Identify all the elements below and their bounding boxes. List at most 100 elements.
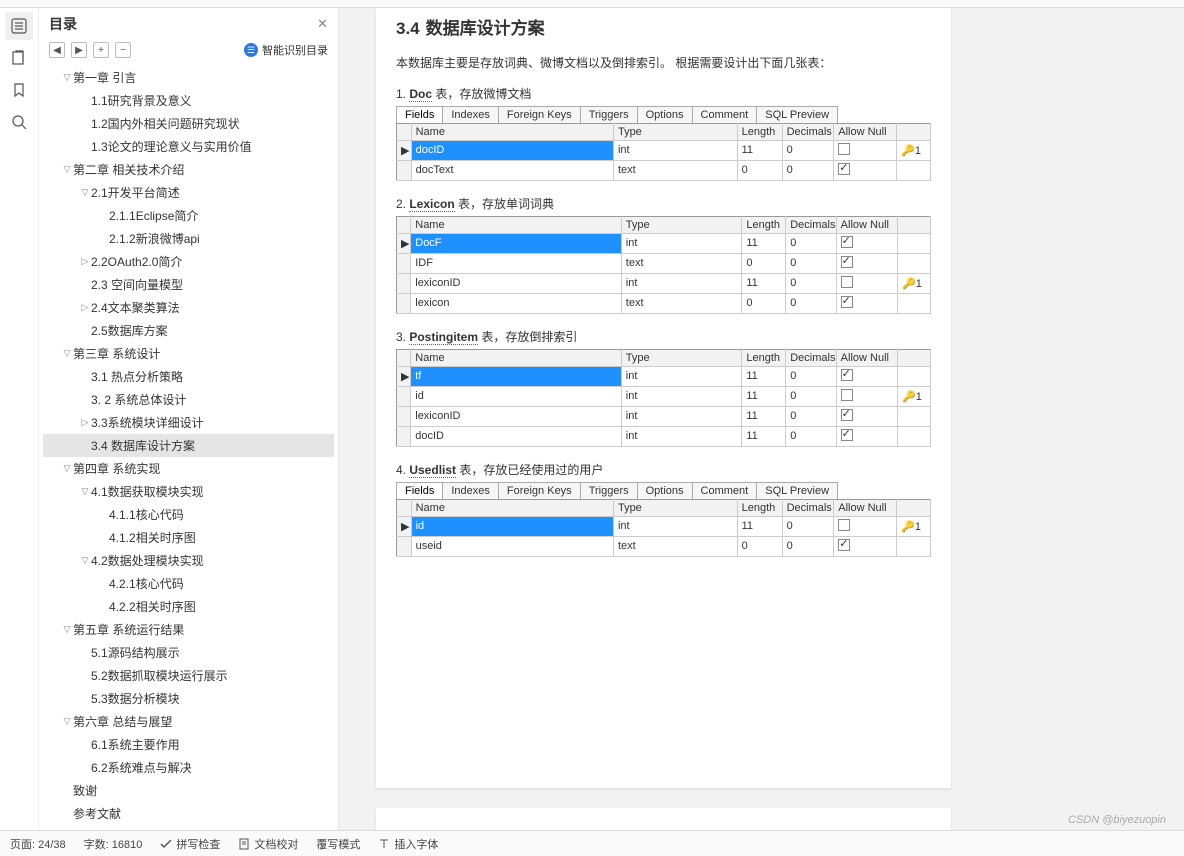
- toc-item[interactable]: ▽第二章 相关技术介绍: [43, 158, 334, 181]
- toc-item[interactable]: ▽4.1.1核心代码: [43, 503, 334, 526]
- bookmark-icon[interactable]: [5, 76, 33, 104]
- toc-item[interactable]: ▷2.2OAuth2.0简介: [43, 250, 334, 273]
- cell-length[interactable]: 0: [737, 536, 782, 556]
- cell-allow-null[interactable]: [836, 233, 897, 253]
- col-header[interactable]: Allow Null: [834, 123, 897, 140]
- col-header[interactable]: [897, 499, 931, 516]
- db-tab[interactable]: Indexes: [442, 482, 499, 499]
- toc-item[interactable]: ▽4.2.2相关时序图: [43, 595, 334, 618]
- toc-item[interactable]: ▽2.1.1Eclipse简介: [43, 204, 334, 227]
- toc-item[interactable]: ▽6.2系统难点与解决: [43, 756, 334, 779]
- toc-item[interactable]: ▽5.1源码结构展示: [43, 641, 334, 664]
- toc-tool-3[interactable]: −: [115, 42, 131, 58]
- table-row[interactable]: ▶tfint110: [397, 366, 931, 386]
- cell-name[interactable]: useid: [411, 536, 613, 556]
- cell-decimals[interactable]: 0: [786, 426, 836, 446]
- cell-type[interactable]: int: [621, 233, 742, 253]
- col-header[interactable]: Name: [411, 349, 622, 366]
- cell-name[interactable]: DocF: [411, 233, 622, 253]
- db-tab[interactable]: SQL Preview: [756, 106, 838, 123]
- cell-length[interactable]: 0: [742, 293, 786, 313]
- cell-decimals[interactable]: 0: [786, 273, 836, 293]
- cell-decimals[interactable]: 0: [786, 386, 836, 406]
- toc-item[interactable]: ▽参考文献: [43, 802, 334, 825]
- toc-tool-2[interactable]: +: [93, 42, 109, 58]
- col-header[interactable]: Type: [613, 123, 737, 140]
- db-tab[interactable]: Fields: [396, 106, 443, 123]
- table-row[interactable]: useidtext00: [397, 536, 931, 556]
- cell-length[interactable]: 0: [742, 253, 786, 273]
- cell-allow-null[interactable]: [836, 426, 897, 446]
- toc-item[interactable]: ▽第三章 系统设计: [43, 342, 334, 365]
- cell-decimals[interactable]: 0: [786, 253, 836, 273]
- outline-icon[interactable]: [5, 12, 33, 40]
- db-tab[interactable]: Comment: [692, 106, 758, 123]
- cell-name[interactable]: docText: [411, 160, 613, 180]
- col-header[interactable]: Type: [621, 216, 742, 233]
- cell-length[interactable]: 11: [742, 233, 786, 253]
- cell-name[interactable]: lexiconID: [411, 406, 622, 426]
- table-row[interactable]: ▶DocFint110: [397, 233, 931, 253]
- smart-recognize-button[interactable]: ☰ 智能识别目录: [244, 42, 328, 58]
- cell-length[interactable]: 11: [742, 426, 786, 446]
- cell-allow-null[interactable]: [834, 536, 897, 556]
- cell-length[interactable]: 11: [742, 386, 786, 406]
- cell-name[interactable]: id: [411, 516, 613, 536]
- cell-name[interactable]: lexicon: [411, 293, 622, 313]
- db-tab[interactable]: Foreign Keys: [498, 482, 581, 499]
- col-header[interactable]: [897, 123, 931, 140]
- cell-decimals[interactable]: 0: [786, 233, 836, 253]
- col-header[interactable]: Length: [742, 349, 786, 366]
- cell-allow-null[interactable]: [834, 160, 897, 180]
- table-row[interactable]: ▶idint110🔑1: [397, 516, 931, 536]
- cell-name[interactable]: tf: [411, 366, 622, 386]
- cell-decimals[interactable]: 0: [782, 536, 834, 556]
- toc-item[interactable]: ▽4.1数据获取模块实现: [43, 480, 334, 503]
- cell-length[interactable]: 11: [742, 366, 786, 386]
- toc-item[interactable]: ▽第四章 系统实现: [43, 457, 334, 480]
- cell-allow-null[interactable]: [836, 253, 897, 273]
- cell-allow-null[interactable]: [834, 140, 897, 160]
- db-tab[interactable]: SQL Preview: [756, 482, 838, 499]
- cell-allow-null[interactable]: [834, 516, 897, 536]
- folder-icon[interactable]: [5, 44, 33, 72]
- db-tab[interactable]: Triggers: [580, 482, 638, 499]
- toc-item[interactable]: ▷2.4文本聚类算法: [43, 296, 334, 319]
- toc-item[interactable]: ▽第五章 系统运行结果: [43, 618, 334, 641]
- col-header[interactable]: Allow Null: [836, 216, 897, 233]
- cell-length[interactable]: 11: [737, 140, 782, 160]
- col-header[interactable]: Length: [737, 123, 782, 140]
- table-row[interactable]: lexiconIDint110🔑1: [397, 273, 931, 293]
- status-doc-check[interactable]: 文档校对: [238, 836, 298, 852]
- cell-allow-null[interactable]: [836, 406, 897, 426]
- cell-decimals[interactable]: 0: [782, 140, 834, 160]
- cell-length[interactable]: 11: [737, 516, 782, 536]
- table-row[interactable]: idint110🔑1: [397, 386, 931, 406]
- col-header[interactable]: Decimals: [782, 499, 834, 516]
- cell-decimals[interactable]: 0: [786, 406, 836, 426]
- cell-name[interactable]: docID: [411, 426, 622, 446]
- toc-item[interactable]: ▽2.3 空间向量模型: [43, 273, 334, 296]
- toc-item[interactable]: ▽致谢: [43, 779, 334, 802]
- col-header[interactable]: Allow Null: [834, 499, 897, 516]
- db-tab[interactable]: Comment: [692, 482, 758, 499]
- status-insert[interactable]: 插入字体: [378, 836, 438, 852]
- col-header[interactable]: Length: [737, 499, 782, 516]
- col-header[interactable]: Name: [411, 123, 613, 140]
- toc-item[interactable]: ▽4.2数据处理模块实现: [43, 549, 334, 572]
- db-tab[interactable]: Options: [637, 106, 693, 123]
- col-header[interactable]: [898, 216, 931, 233]
- col-header[interactable]: Decimals: [786, 216, 836, 233]
- cell-name[interactable]: IDF: [411, 253, 622, 273]
- toc-item[interactable]: ▽1.2国内外相关问题研究现状: [43, 112, 334, 135]
- cell-decimals[interactable]: 0: [786, 293, 836, 313]
- cell-type[interactable]: text: [621, 253, 742, 273]
- cell-type[interactable]: int: [621, 273, 742, 293]
- db-tab[interactable]: Fields: [396, 482, 443, 499]
- cell-length[interactable]: 11: [742, 273, 786, 293]
- table-row[interactable]: docTexttext00: [397, 160, 931, 180]
- toc-item[interactable]: ▽2.1.2新浪微博api: [43, 227, 334, 250]
- col-header[interactable]: [898, 349, 931, 366]
- cell-type[interactable]: text: [613, 160, 737, 180]
- db-tab[interactable]: Triggers: [580, 106, 638, 123]
